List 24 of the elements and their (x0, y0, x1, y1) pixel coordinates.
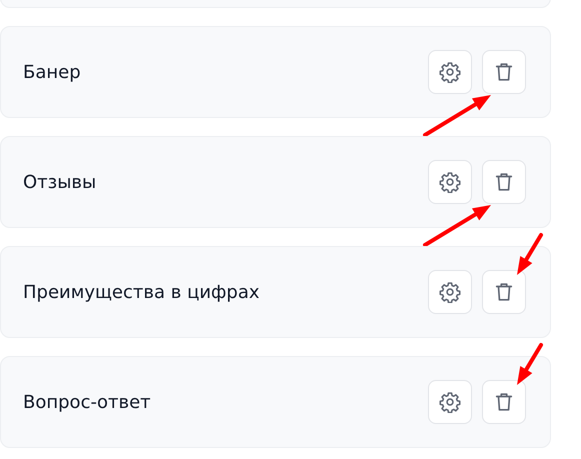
settings-icon (439, 391, 461, 413)
delete-button[interactable] (482, 380, 526, 424)
settings-icon (439, 281, 461, 303)
trash-icon (493, 281, 515, 303)
trash-icon (493, 391, 515, 413)
arrow (423, 205, 491, 247)
settings-icon (439, 61, 461, 83)
block-title: Отзывы (23, 172, 98, 192)
block-title: Банер (23, 62, 82, 82)
settings-button[interactable] (428, 160, 472, 204)
trash-icon (493, 171, 515, 193)
delete-button[interactable] (482, 160, 526, 204)
settings-icon (439, 171, 461, 193)
block-title: Преимущества в цифрах (23, 282, 261, 302)
settings-button[interactable] (428, 50, 472, 94)
arrow (517, 343, 543, 385)
delete-button[interactable] (482, 50, 526, 94)
trash-icon (493, 61, 515, 83)
settings-button[interactable] (428, 270, 472, 314)
delete-button[interactable] (482, 270, 526, 314)
block-title: Вопрос-ответ (23, 392, 152, 412)
arrow (423, 95, 491, 137)
settings-button[interactable] (428, 380, 472, 424)
arrow (517, 233, 543, 275)
